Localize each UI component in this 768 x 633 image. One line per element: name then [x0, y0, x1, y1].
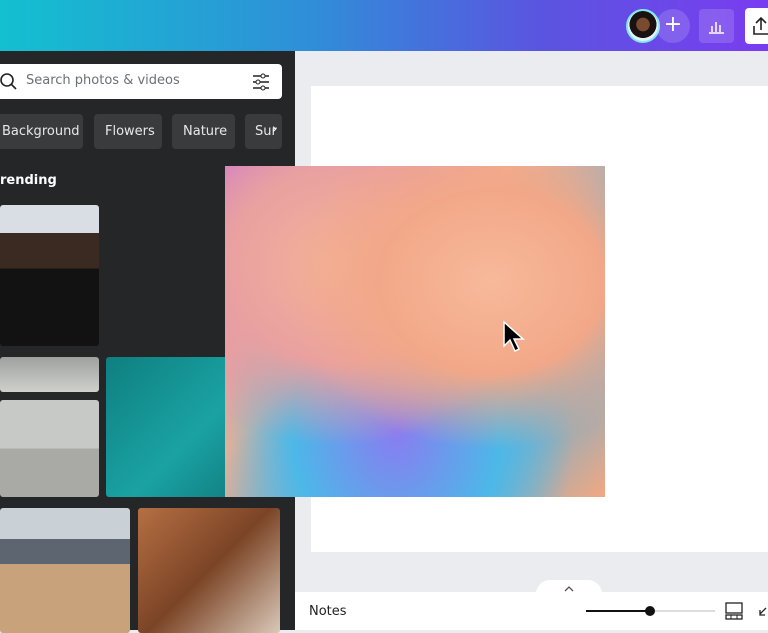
chips-scroll-right[interactable]: ›: [272, 122, 277, 137]
photo-family[interactable]: [138, 508, 280, 633]
zoom-slider-fill: [586, 610, 650, 612]
bottom-bar: Notes: [295, 592, 768, 630]
upload-icon: [753, 16, 768, 35]
add-collaborator-button[interactable]: +: [656, 9, 690, 43]
avatar[interactable]: [626, 9, 660, 43]
photo-woman-sitting[interactable]: [0, 400, 99, 497]
share-button[interactable]: [745, 8, 768, 44]
chip-flowers[interactable]: Flowers: [94, 114, 162, 149]
chip-background[interactable]: Background: [0, 114, 83, 149]
search-input[interactable]: Search photos & videos: [0, 64, 282, 99]
bar-chart-icon: [709, 22, 724, 34]
search-icon: [0, 73, 17, 90]
photo-people[interactable]: [0, 205, 99, 346]
photo-wall[interactable]: [0, 357, 99, 392]
zoom-slider[interactable]: [586, 606, 715, 616]
notes-button[interactable]: Notes: [309, 604, 347, 619]
filter-icon[interactable]: [251, 72, 271, 92]
cursor-icon: [503, 320, 525, 353]
insights-button[interactable]: [699, 9, 734, 43]
photo-mountains[interactable]: [0, 508, 130, 633]
zoom-slider-thumb[interactable]: [645, 606, 655, 616]
section-title: rending: [0, 173, 57, 188]
grid-view-icon[interactable]: [725, 602, 743, 620]
dragged-mushroom-image[interactable]: [225, 166, 605, 497]
search-placeholder: Search photos & videos: [26, 73, 180, 88]
top-bar: +: [0, 0, 768, 51]
chip-nature[interactable]: Nature: [172, 114, 235, 149]
fullscreen-icon[interactable]: [757, 606, 768, 618]
